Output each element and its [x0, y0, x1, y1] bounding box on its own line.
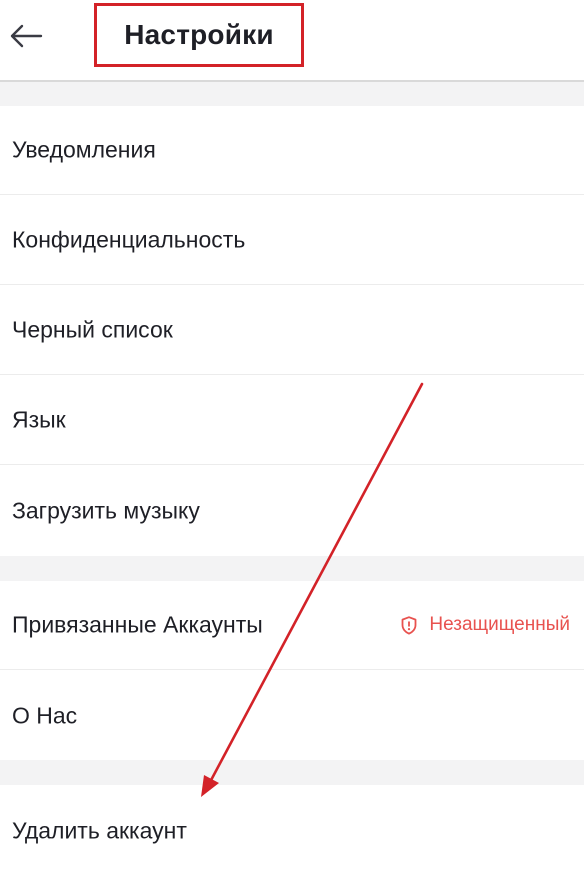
settings-item-linked-accounts[interactable]: Привязанные Аккаунты Незащищенный — [0, 581, 584, 670]
shield-alert-icon — [401, 615, 417, 634]
header-bar: Настройки — [0, 0, 584, 82]
settings-item-about[interactable]: О Нас — [0, 671, 584, 760]
settings-item-delete-account[interactable]: Удалить аккаунт — [0, 785, 584, 877]
settings-item-label: Привязанные Аккаунты — [12, 611, 263, 638]
settings-item-notifications[interactable]: Уведомления — [0, 106, 584, 195]
section-separator — [0, 556, 584, 581]
settings-item-label: Удалить аккаунт — [12, 817, 187, 844]
settings-item-label: О Нас — [12, 702, 78, 728]
section-separator — [0, 82, 584, 106]
settings-item-privacy[interactable]: Конфиденциальность — [0, 196, 584, 285]
settings-item-label: Конфиденциальность — [12, 226, 246, 253]
settings-item-label: Язык — [12, 406, 66, 433]
settings-item-language[interactable]: Язык — [0, 376, 584, 465]
settings-item-label: Уведомления — [12, 136, 156, 163]
settings-item-blacklist[interactable]: Черный список — [0, 286, 584, 375]
page-title: Настройки — [124, 19, 274, 50]
status-badge: Незащищенный — [401, 614, 570, 636]
title-highlight-box: Настройки — [94, 3, 304, 67]
section-separator — [0, 760, 584, 785]
back-button[interactable] — [6, 16, 46, 56]
status-badge-text: Незащищенный — [429, 614, 570, 635]
settings-screen: Настройки Уведомления Конфиденциальность… — [0, 0, 584, 877]
settings-item-label: Черный список — [12, 316, 173, 343]
settings-item-label: Загрузить музыку — [12, 497, 200, 524]
arrow-left-icon — [10, 24, 43, 48]
settings-item-upload-music[interactable]: Загрузить музыку — [0, 466, 584, 556]
